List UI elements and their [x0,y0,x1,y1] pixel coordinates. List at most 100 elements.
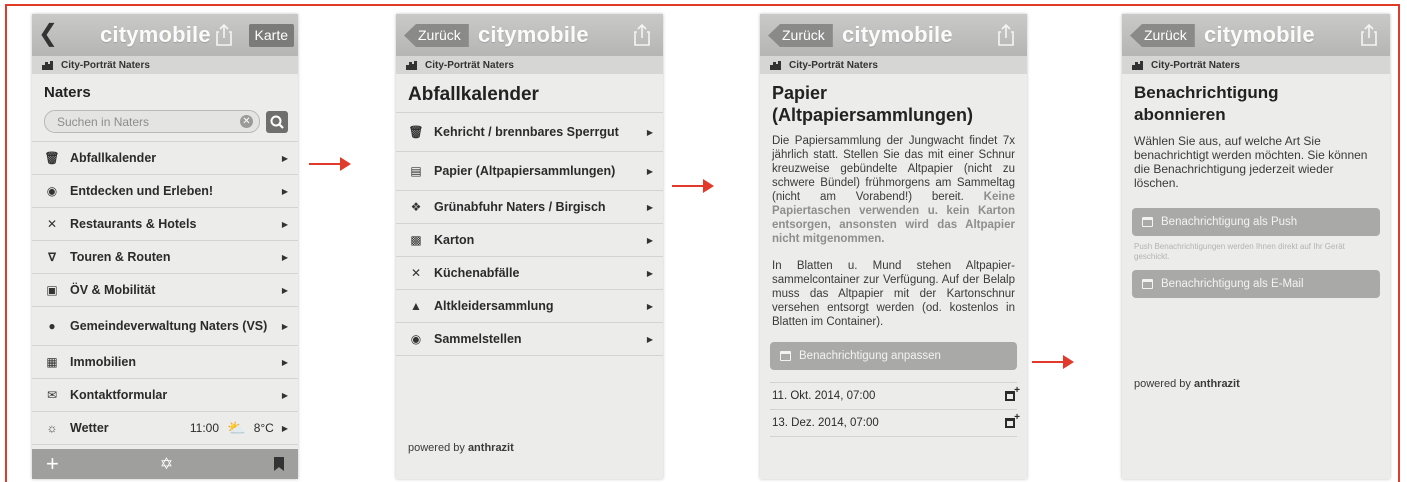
newspaper-icon: ▤ [410,164,422,178]
signpost-icon: ∇ [47,250,57,264]
chevron-right-icon: ▶ [281,219,288,229]
calendar-icon [780,351,791,361]
list-item-label: Altkleidersammlung [434,299,554,313]
list-item-label: Kehricht / brennbares Sperrgut [434,125,619,139]
breadcrumb[interactable]: City-Porträt Naters [1122,56,1390,74]
weather-time: 11:00 [189,421,220,435]
breadcrumb[interactable]: City-Porträt Naters [760,56,1027,74]
flow-arrow [672,179,714,193]
list-item-papier[interactable]: ▤ Papier (Altpapiersammlungen) ▶ [396,152,663,191]
list-item-gruenabfuhr[interactable]: ❖ Grünabfuhr Naters / Birgisch ▶ [396,191,663,224]
navigation-icon[interactable]: ✡ [160,454,173,474]
chevron-right-icon: ▶ [646,202,653,212]
leaf-icon: ❖ [410,200,422,214]
menu-item-label: Gemeindeverwaltung Naters (VS) [70,319,268,333]
menu-item-restaurants[interactable]: ✕ Restaurants & Hotels ▶ [32,208,298,241]
button-label: Benachrichtigung als Push [1161,216,1298,228]
brand-logo: citymobile [1204,22,1315,47]
breadcrumb[interactable]: City-Porträt Naters [32,56,298,74]
share-icon[interactable] [1359,23,1379,47]
search-icon [270,115,284,129]
date-label: 13. Dez. 2014, 07:00 [772,417,879,429]
list-item-altkleider[interactable]: ▲ Altkleidersammlung ▶ [396,290,663,323]
push-note: Push Benachrichtigungen werden Ihnen dir… [1134,242,1345,261]
paragraph-2: In Blatten u. Mund stehen Altpapier-samm… [772,260,1015,328]
menu-item-immobilien[interactable]: ▦ Immobilien ▶ [32,346,298,379]
list-item-kehricht[interactable]: 🗑 Kehricht / brennbares Sperrgut ▶ [396,113,663,152]
breadcrumb-label: City-Porträt Naters [61,59,150,71]
email-notification-button[interactable]: Benachrichtigung als E-Mail [1132,270,1380,298]
chevron-right-icon: ▶ [281,321,288,331]
page-title: Abfallkalender [408,84,539,105]
back-arrow-icon[interactable]: ❮ [38,22,58,46]
push-notification-button[interactable]: Benachrichtigung als Push [1132,208,1380,236]
share-icon[interactable] [632,23,652,47]
share-icon[interactable] [996,23,1016,47]
map-button[interactable]: Karte [248,24,294,47]
menu-item-label: Kontaktformular [70,388,168,402]
cutlery-icon: ✕ [46,217,58,231]
search-row: Suchen in Naters ✕ [32,110,298,141]
breadcrumb-label: City-Porträt Naters [425,59,514,71]
menu-item-label: Wetter [70,421,109,435]
powered-brand: anthrazit [1193,378,1240,390]
menu-item-kontakt[interactable]: ✉ Kontaktformular ▶ [32,379,298,412]
chevron-right-icon: ▶ [646,301,653,311]
paragraph-1: Die Papiersammlung der Jungwacht findet … [772,135,1015,203]
button-label: Benachrichtigung anpassen [799,350,941,362]
bookmark-icon[interactable] [273,457,284,471]
back-button[interactable]: Zurück [768,24,833,47]
city-icon [42,60,53,70]
chevron-right-icon: ▶ [281,423,288,433]
add-to-calendar-icon[interactable] [1005,385,1020,401]
trash-icon: 🗑 [44,151,60,165]
menu-item-abfallkalender[interactable]: 🗑 Abfallkalender ▶ [32,142,298,175]
menu-item-label: Entdecken und Erleben! [70,184,214,198]
menu-list: 🗑 Abfallkalender ▶ ◉ Entdecken und Erleben!… [32,141,298,445]
article-body: Die Papiersammlung der Jungwacht findet … [760,130,1027,329]
chevron-right-icon: ▶ [281,186,288,196]
menu-item-label: Abfallkalender [70,151,157,165]
menu-item-entdecken[interactable]: ◉ Entdecken und Erleben! ▶ [32,175,298,208]
flow-arrow [1032,355,1074,369]
menu-item-wetter[interactable]: ☼ Wetter 11:00 ⛅ 8°C ▶ [32,412,298,445]
menu-item-oev[interactable]: ▣ ÖV & Mobilität ▶ [32,274,298,307]
list-item-kuechenabfaelle[interactable]: ✕ Küchenabfälle ▶ [396,257,663,290]
powered-by: powered by anthrazit [396,442,514,454]
date-row[interactable]: 11. Okt. 2014, 07:00 [770,383,1020,410]
search-input[interactable]: Suchen in Naters ✕ [44,110,260,133]
brand-logo: citymobile [842,22,953,47]
chevron-right-icon: ▶ [646,166,653,176]
chevron-right-icon: ▶ [281,357,288,367]
city-icon [406,60,417,70]
list-item-karton[interactable]: ▩ Karton ▶ [396,224,663,257]
menu-item-label: ÖV & Mobilität [70,283,156,297]
sun-icon: ☼ [46,421,58,435]
chevron-right-icon: ▶ [646,268,653,278]
search-button[interactable] [266,110,288,133]
list-item-sammelstellen[interactable]: ◉ Sammelstellen ▶ [396,323,663,356]
menu-item-gemeindeverwaltung[interactable]: ● Gemeindeverwaltung Naters (VS) ▶ [32,307,298,346]
screen-abfallkalender: Zurück citymobile City-Porträt Naters Ab… [396,14,663,479]
intro-text: Wählen Sie aus, auf welche Art Sie benac… [1134,134,1368,190]
add-icon[interactable]: + [46,453,59,475]
screen-papier: Zurück citymobile City-Porträt Naters Pa… [760,14,1027,479]
clear-icon[interactable]: ✕ [240,115,253,128]
search-placeholder: Suchen in Naters [57,114,150,129]
date-list: 11. Okt. 2014, 07:00 13. Dez. 2014, 07:0… [770,382,1020,437]
adjust-notification-button[interactable]: Benachrichtigung anpassen [770,342,1017,370]
cutlery-icon: ✕ [410,266,422,280]
date-row[interactable]: 13. Dez. 2014, 07:00 [770,410,1020,437]
back-button[interactable]: Zurück [1130,24,1195,47]
back-button[interactable]: Zurück [404,24,469,47]
menu-item-touren[interactable]: ∇ Touren & Routen ▶ [32,241,298,274]
menu-item-label: Restaurants & Hotels [70,217,197,231]
chevron-right-icon: ▶ [281,252,288,262]
breadcrumb[interactable]: City-Porträt Naters [396,56,663,74]
list-item-label: Grünabfuhr Naters / Birgisch [434,200,606,214]
chevron-right-icon: ▶ [646,235,653,245]
add-to-calendar-icon[interactable] [1005,412,1020,428]
partly-cloudy-icon: ⛅ [227,420,246,437]
city-icon [1132,60,1143,70]
share-icon[interactable] [214,23,234,47]
